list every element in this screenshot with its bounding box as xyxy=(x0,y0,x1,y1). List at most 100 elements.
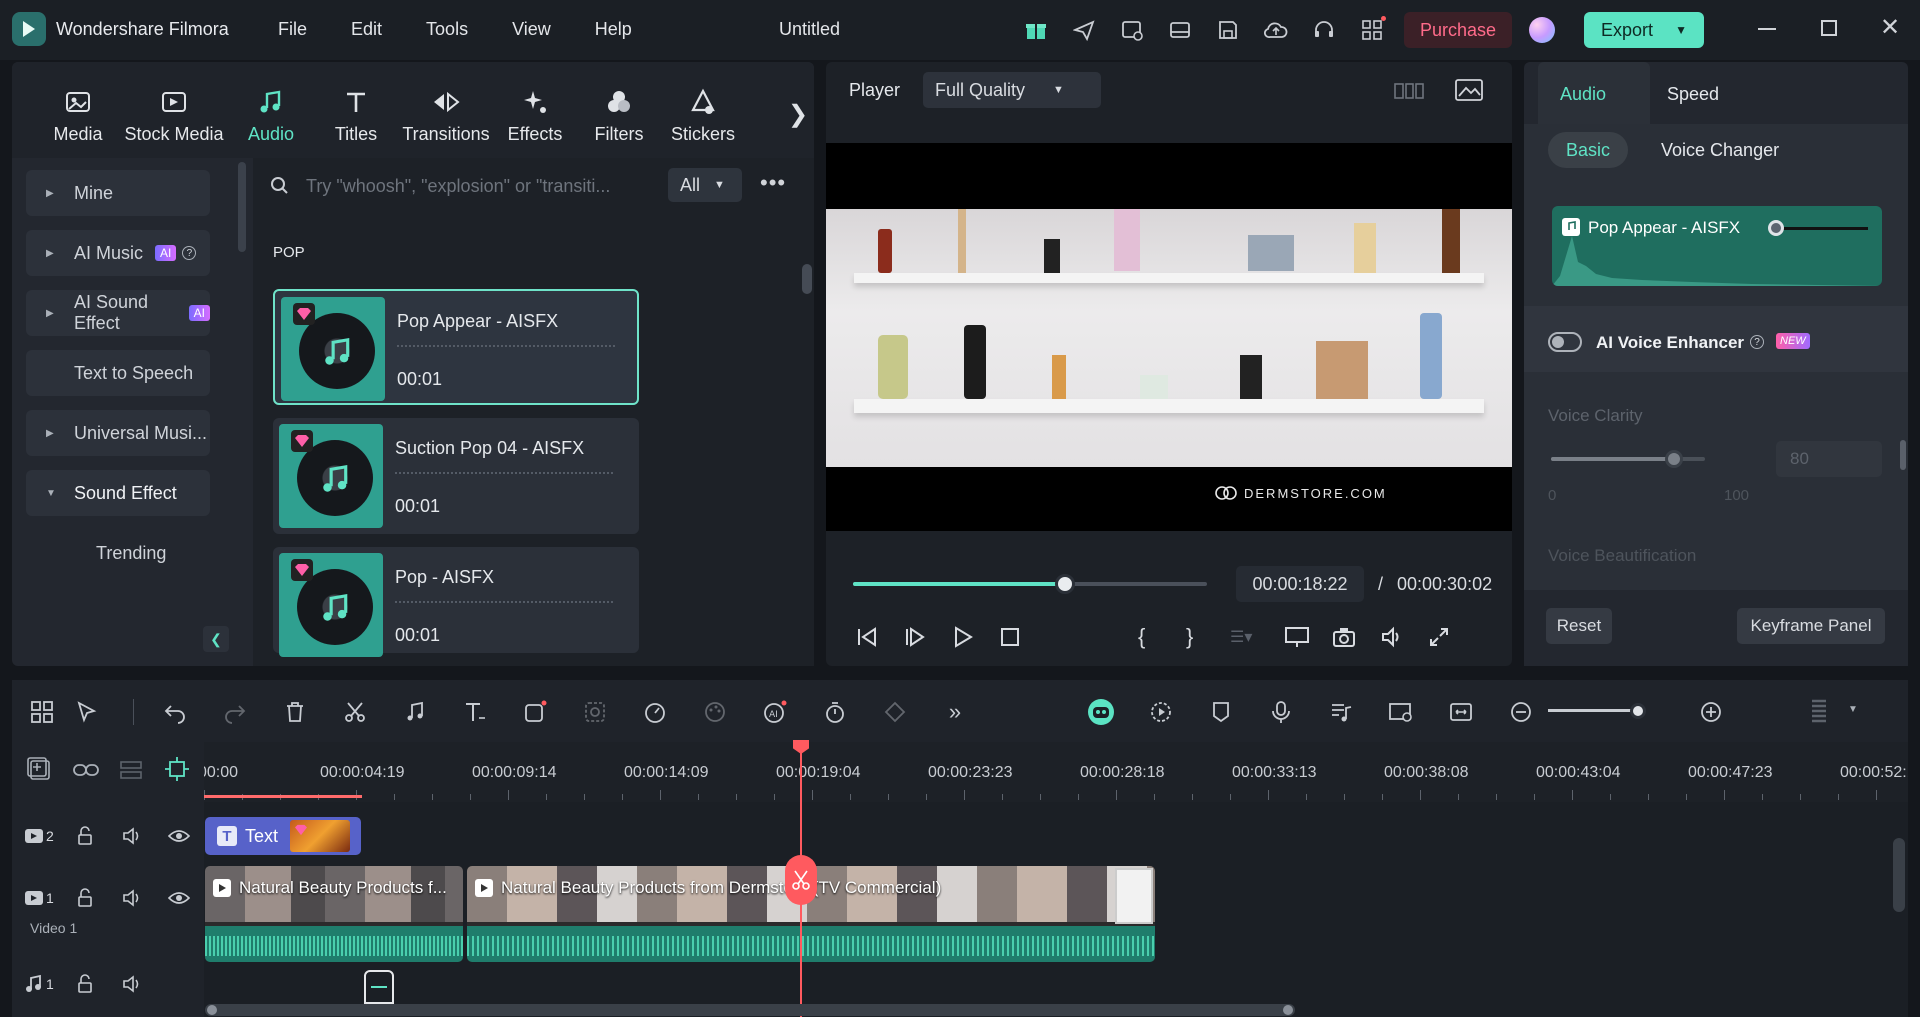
purchase-button[interactable]: Purchase xyxy=(1404,12,1512,48)
zoom-handle[interactable] xyxy=(1630,703,1646,719)
text-clip[interactable]: T Text xyxy=(205,817,361,855)
fullscreen-icon[interactable] xyxy=(1428,626,1458,648)
chevron-right-icon[interactable]: ❯ xyxy=(788,100,808,129)
props-scrollbar[interactable] xyxy=(1900,440,1906,470)
cut-icon[interactable] xyxy=(340,697,370,727)
sidebar-item-text-to-speech[interactable]: Text to Speech xyxy=(26,350,210,396)
timeline-h-scrollbar[interactable] xyxy=(205,1004,1295,1016)
filter-dropdown[interactable]: All ▼ xyxy=(668,168,742,202)
zoom-in-icon[interactable] xyxy=(1696,697,1726,727)
undo-icon[interactable] xyxy=(160,697,190,727)
close-icon[interactable]: ✕ xyxy=(1880,16,1900,40)
tab-filters[interactable]: Filters xyxy=(588,88,650,145)
tab-stickers[interactable]: Stickers xyxy=(668,88,738,145)
clarity-value-input[interactable]: 80 xyxy=(1776,441,1882,477)
mark-in-icon[interactable]: { xyxy=(1138,624,1186,650)
split-track-icon[interactable] xyxy=(118,759,144,781)
sidebar-item-trending[interactable]: Trending xyxy=(96,543,166,564)
sidebar-item-ai-music[interactable]: ▶ AI Music AI ? xyxy=(26,230,210,276)
render-preview-icon[interactable] xyxy=(1146,697,1176,727)
enhancer-toggle[interactable] xyxy=(1548,332,1582,352)
eye-icon[interactable] xyxy=(168,828,190,844)
marker-icon[interactable] xyxy=(1206,697,1236,727)
redo-icon[interactable] xyxy=(220,697,250,727)
apps-grid-icon[interactable] xyxy=(1358,16,1386,44)
more-icon[interactable]: ••• xyxy=(760,170,786,196)
tab-stock-media[interactable]: Stock Media xyxy=(122,88,226,145)
image-icon[interactable] xyxy=(1455,78,1483,102)
keyframe-icon[interactable] xyxy=(880,697,910,727)
ai-companion-icon[interactable] xyxy=(1086,697,1116,727)
layout-options-icon[interactable] xyxy=(1804,697,1834,727)
sidebar-item-ai-sound-effect[interactable]: ▶ AI Sound Effect AI xyxy=(26,290,210,336)
volume-icon[interactable] xyxy=(1380,626,1428,648)
clip-volume-track[interactable] xyxy=(1776,227,1868,230)
lock-icon[interactable] xyxy=(76,974,94,994)
voice-clarity-slider[interactable] xyxy=(1551,450,1705,468)
subtab-basic[interactable]: Basic xyxy=(1548,132,1628,168)
time-ruler[interactable]: 00:00 00:00:04:19 00:00:09:14 00:00:14:09 00… xyxy=(204,742,1908,802)
chevron-down-icon[interactable]: ▼ xyxy=(1848,704,1858,715)
camera-icon[interactable] xyxy=(1332,626,1380,648)
save-icon[interactable] xyxy=(1214,16,1242,44)
fit-icon[interactable] xyxy=(1446,697,1476,727)
search-input[interactable]: Try "whoosh", "explosion" or "transiti..… xyxy=(270,168,664,204)
lock-icon[interactable] xyxy=(76,888,94,908)
send-icon[interactable] xyxy=(1070,16,1098,44)
sidebar-item-mine[interactable]: ▶ Mine xyxy=(26,170,210,216)
gift-icon[interactable] xyxy=(1022,16,1050,44)
headset-icon[interactable] xyxy=(1310,16,1338,44)
avatar[interactable] xyxy=(1529,17,1555,43)
tab-audio-props[interactable]: Audio xyxy=(1560,84,1606,105)
tab-media[interactable]: Media xyxy=(44,88,112,145)
mask-icon[interactable] xyxy=(580,697,610,727)
crop-icon[interactable] xyxy=(520,697,550,727)
keyframe-panel-button[interactable]: Keyframe Panel xyxy=(1737,608,1885,644)
zoom-slider[interactable] xyxy=(1548,709,1632,712)
snap-icon[interactable] xyxy=(164,756,190,782)
speaker-icon[interactable] xyxy=(122,826,142,846)
audio-edit-icon[interactable] xyxy=(400,697,430,727)
timeline-v-scrollbar[interactable] xyxy=(1893,838,1905,912)
timer-icon[interactable] xyxy=(820,697,850,727)
menu-edit[interactable]: Edit xyxy=(351,19,382,40)
subtab-voice-changer[interactable]: Voice Changer xyxy=(1661,140,1779,161)
tab-effects[interactable]: Effects xyxy=(504,88,566,145)
sidebar-scrollbar[interactable] xyxy=(238,162,246,252)
grid-view-icon[interactable] xyxy=(1394,80,1424,102)
export-button[interactable]: Export ▼ xyxy=(1584,12,1704,48)
add-track-icon[interactable] xyxy=(26,756,52,782)
text-tool-icon[interactable] xyxy=(460,697,490,727)
help-icon[interactable]: ? xyxy=(182,246,197,260)
display-icon[interactable] xyxy=(1284,626,1332,648)
tab-audio[interactable]: Audio xyxy=(240,88,302,145)
sidebar-item-sound-effect[interactable]: ▼ Sound Effect xyxy=(26,470,210,516)
menu-help[interactable]: Help xyxy=(595,19,632,40)
layout-icon[interactable] xyxy=(1166,16,1194,44)
tab-speed[interactable]: Speed xyxy=(1667,84,1719,105)
multi-select-icon[interactable] xyxy=(27,697,57,727)
lock-icon[interactable] xyxy=(76,826,94,846)
speaker-icon[interactable] xyxy=(122,974,142,994)
sidebar-item-universal-music[interactable]: ▶ Universal Musi... xyxy=(26,410,210,456)
playback-progress[interactable] xyxy=(853,574,1207,594)
cloud-upload-icon[interactable] xyxy=(1262,16,1290,44)
tab-transitions[interactable]: Transitions xyxy=(400,88,492,145)
help-icon[interactable]: ? xyxy=(1750,335,1764,349)
music-list-icon[interactable] xyxy=(1326,697,1356,727)
zoom-out-icon[interactable] xyxy=(1506,697,1536,727)
video-clip-1[interactable]: Natural Beauty Products f... xyxy=(205,866,463,962)
clip-volume-handle[interactable] xyxy=(1768,220,1784,236)
menu-tools[interactable]: Tools xyxy=(426,19,468,40)
eye-icon[interactable] xyxy=(168,890,190,906)
mark-out-icon[interactable]: } xyxy=(1186,624,1230,650)
minimize-icon[interactable] xyxy=(1758,28,1776,30)
task-icon[interactable] xyxy=(1118,16,1146,44)
tab-titles[interactable]: Titles xyxy=(326,88,386,145)
select-cursor-icon[interactable] xyxy=(72,697,102,727)
color-palette-icon[interactable] xyxy=(700,697,730,727)
ai-tool-icon[interactable]: AI xyxy=(760,697,790,727)
speed-icon[interactable] xyxy=(640,697,670,727)
collapse-sidebar-icon[interactable]: ❮ xyxy=(203,626,229,652)
stop-icon[interactable] xyxy=(1000,627,1048,647)
